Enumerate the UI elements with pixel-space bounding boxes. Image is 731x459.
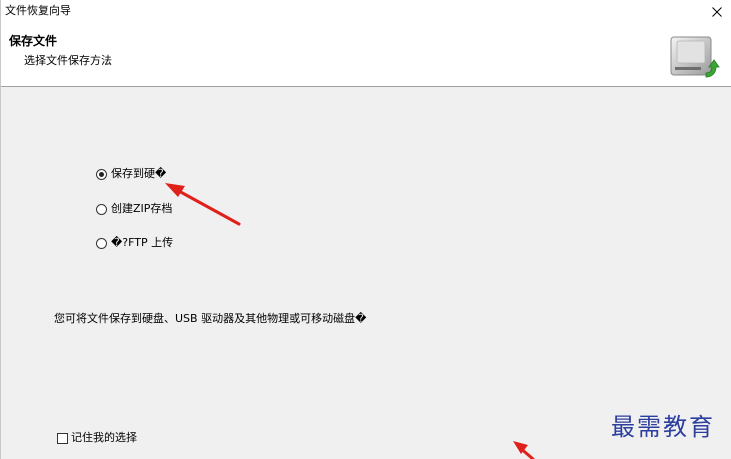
option-description: 您可将文件保存到硬盘、USB 驱动器及其他物理或可移动磁盘�	[54, 312, 367, 325]
remember-choice-checkbox[interactable]: 记住我的选择	[57, 431, 137, 445]
page-title: 保存文件	[9, 34, 58, 48]
window-title: 文件恢复向导	[5, 4, 71, 17]
close-button[interactable]	[702, 0, 731, 24]
option-label: �?FTP 上传	[111, 236, 174, 249]
radio-button[interactable]	[96, 168, 107, 180]
option-ftp-upload[interactable]: �?FTP 上传	[96, 236, 173, 250]
title-bar: 文件恢复向导	[1, 0, 731, 24]
close-icon	[712, 7, 722, 17]
option-label: 创建ZIP存档	[111, 202, 173, 215]
option-create-zip[interactable]: 创建ZIP存档	[96, 202, 172, 216]
watermark-text: 最需教育	[611, 413, 715, 441]
wizard-header: 保存文件 选择文件保存方法	[1, 24, 731, 87]
radio-button[interactable]	[96, 237, 107, 249]
option-label: 保存到硬�	[111, 167, 167, 180]
wizard-body: 保存到硬� 创建ZIP存档 �?FTP 上传 您可将文件保存到硬盘、USB 驱动…	[1, 87, 731, 459]
page-subtitle: 选择文件保存方法	[24, 54, 112, 67]
option-save-to-disk[interactable]: 保存到硬�	[96, 167, 166, 181]
checkbox-box[interactable]	[57, 432, 68, 444]
file-recovery-wizard-window: 文件恢复向导 保存文件 选择文件保存方法 保存到硬� 创建ZIP存档 �?FTP…	[0, 0, 731, 459]
radio-button[interactable]	[96, 203, 107, 215]
hard-drive-save-icon	[670, 36, 720, 78]
remember-choice-label: 记住我的选择	[71, 431, 137, 444]
